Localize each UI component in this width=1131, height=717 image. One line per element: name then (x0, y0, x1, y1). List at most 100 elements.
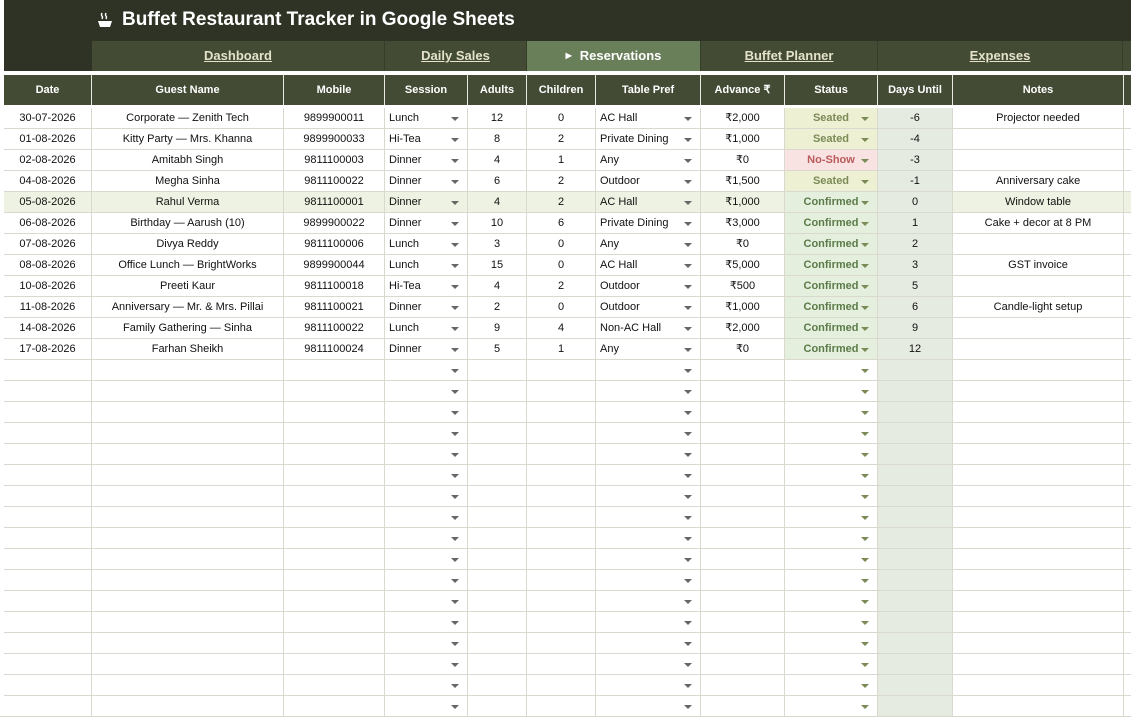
cell-children[interactable] (527, 507, 596, 527)
cell-days-until[interactable] (878, 444, 953, 464)
cell-adults[interactable] (468, 633, 527, 653)
cell-mobile[interactable] (284, 633, 385, 653)
cell-advance[interactable]: ₹3,000 (701, 213, 785, 233)
cell-table-pref[interactable] (596, 570, 701, 590)
cell-table-pref[interactable] (596, 612, 701, 632)
cell-guest-name[interactable] (92, 381, 284, 401)
cell-mobile[interactable]: 9811100022 (284, 318, 385, 338)
dropdown-arrow-icon[interactable] (684, 537, 692, 541)
cell-mobile[interactable] (284, 654, 385, 674)
cell-mobile[interactable]: 9811100006 (284, 234, 385, 254)
dropdown-arrow-icon[interactable] (861, 180, 869, 184)
cell-mobile[interactable] (284, 612, 385, 632)
cell-notes[interactable] (953, 654, 1124, 674)
cell-session[interactable]: Dinner (385, 192, 468, 212)
cell-advance[interactable] (701, 507, 785, 527)
cell-session[interactable]: Dinner (385, 213, 468, 233)
cell-status[interactable] (785, 570, 878, 590)
cell-mobile[interactable] (284, 381, 385, 401)
cell-guest-name[interactable] (92, 696, 284, 716)
dropdown-arrow-icon[interactable] (861, 495, 869, 499)
cell-adults[interactable]: 15 (468, 255, 527, 275)
cell-children[interactable]: 0 (527, 108, 596, 128)
cell-date[interactable]: 14-08-2026 (4, 318, 92, 338)
cell-adults[interactable] (468, 549, 527, 569)
cell-advance[interactable] (701, 528, 785, 548)
cell-notes[interactable]: Candle-light setup (953, 297, 1124, 317)
cell-children[interactable]: 2 (527, 276, 596, 296)
dropdown-arrow-icon[interactable] (451, 495, 459, 499)
cell-children[interactable]: 1 (527, 150, 596, 170)
cell-days-until[interactable] (878, 381, 953, 401)
dropdown-arrow-icon[interactable] (451, 474, 459, 478)
cell-notes[interactable] (953, 276, 1124, 296)
cell-notes[interactable] (953, 633, 1124, 653)
dropdown-arrow-icon[interactable] (684, 201, 692, 205)
dropdown-arrow-icon[interactable] (861, 138, 869, 142)
cell-adults[interactable]: 12 (468, 108, 527, 128)
dropdown-arrow-icon[interactable] (861, 705, 869, 709)
cell-notes[interactable]: GST invoice (953, 255, 1124, 275)
cell-status[interactable] (785, 612, 878, 632)
dropdown-arrow-icon[interactable] (861, 558, 869, 562)
cell-status[interactable] (785, 591, 878, 611)
cell-date[interactable]: 10-08-2026 (4, 276, 92, 296)
cell-days-until[interactable] (878, 696, 953, 716)
cell-mobile[interactable]: 9811100018 (284, 276, 385, 296)
cell-date[interactable] (4, 444, 92, 464)
cell-date[interactable]: 17-08-2026 (4, 339, 92, 359)
dropdown-arrow-icon[interactable] (451, 600, 459, 604)
dropdown-arrow-icon[interactable] (861, 369, 869, 373)
dropdown-arrow-icon[interactable] (861, 537, 869, 541)
cell-adults[interactable] (468, 507, 527, 527)
cell-adults[interactable] (468, 675, 527, 695)
dropdown-arrow-icon[interactable] (451, 579, 459, 583)
cell-session[interactable]: Dinner (385, 339, 468, 359)
cell-advance[interactable] (701, 444, 785, 464)
cell-notes[interactable] (953, 129, 1124, 149)
cell-days-until[interactable] (878, 549, 953, 569)
cell-status[interactable]: Confirmed (785, 255, 878, 275)
cell-table-pref[interactable]: Any (596, 234, 701, 254)
dropdown-arrow-icon[interactable] (684, 663, 692, 667)
cell-date[interactable]: 05-08-2026 (4, 192, 92, 212)
dropdown-arrow-icon[interactable] (861, 684, 869, 688)
dropdown-arrow-icon[interactable] (451, 390, 459, 394)
cell-status[interactable]: Confirmed (785, 213, 878, 233)
cell-guest-name[interactable]: Kitty Party — Mrs. Khanna (92, 129, 284, 149)
dropdown-arrow-icon[interactable] (684, 327, 692, 331)
cell-status[interactable]: Confirmed (785, 339, 878, 359)
dropdown-arrow-icon[interactable] (861, 432, 869, 436)
cell-date[interactable] (4, 633, 92, 653)
cell-advance[interactable]: ₹0 (701, 339, 785, 359)
dropdown-arrow-icon[interactable] (451, 705, 459, 709)
cell-children[interactable]: 2 (527, 171, 596, 191)
cell-adults[interactable]: 4 (468, 150, 527, 170)
cell-status[interactable]: Confirmed (785, 192, 878, 212)
cell-session[interactable] (385, 381, 468, 401)
dropdown-arrow-icon[interactable] (684, 411, 692, 415)
cell-date[interactable]: 01-08-2026 (4, 129, 92, 149)
cell-table-pref[interactable] (596, 633, 701, 653)
cell-advance[interactable] (701, 633, 785, 653)
cell-mobile[interactable]: 9899900022 (284, 213, 385, 233)
cell-status[interactable] (785, 465, 878, 485)
cell-table-pref[interactable] (596, 654, 701, 674)
cell-days-until[interactable]: 3 (878, 255, 953, 275)
dropdown-arrow-icon[interactable] (684, 369, 692, 373)
dropdown-arrow-icon[interactable] (684, 306, 692, 310)
dropdown-arrow-icon[interactable] (684, 264, 692, 268)
cell-notes[interactable] (953, 486, 1124, 506)
dropdown-arrow-icon[interactable] (861, 642, 869, 646)
cell-mobile[interactable]: 9899900011 (284, 108, 385, 128)
cell-mobile[interactable]: 9811100021 (284, 297, 385, 317)
cell-days-until[interactable]: -3 (878, 150, 953, 170)
cell-notes[interactable] (953, 675, 1124, 695)
dropdown-arrow-icon[interactable] (451, 159, 459, 163)
cell-days-until[interactable]: 6 (878, 297, 953, 317)
dropdown-arrow-icon[interactable] (451, 222, 459, 226)
cell-days-until[interactable] (878, 633, 953, 653)
cell-mobile[interactable] (284, 486, 385, 506)
dropdown-arrow-icon[interactable] (684, 243, 692, 247)
cell-session[interactable] (385, 654, 468, 674)
